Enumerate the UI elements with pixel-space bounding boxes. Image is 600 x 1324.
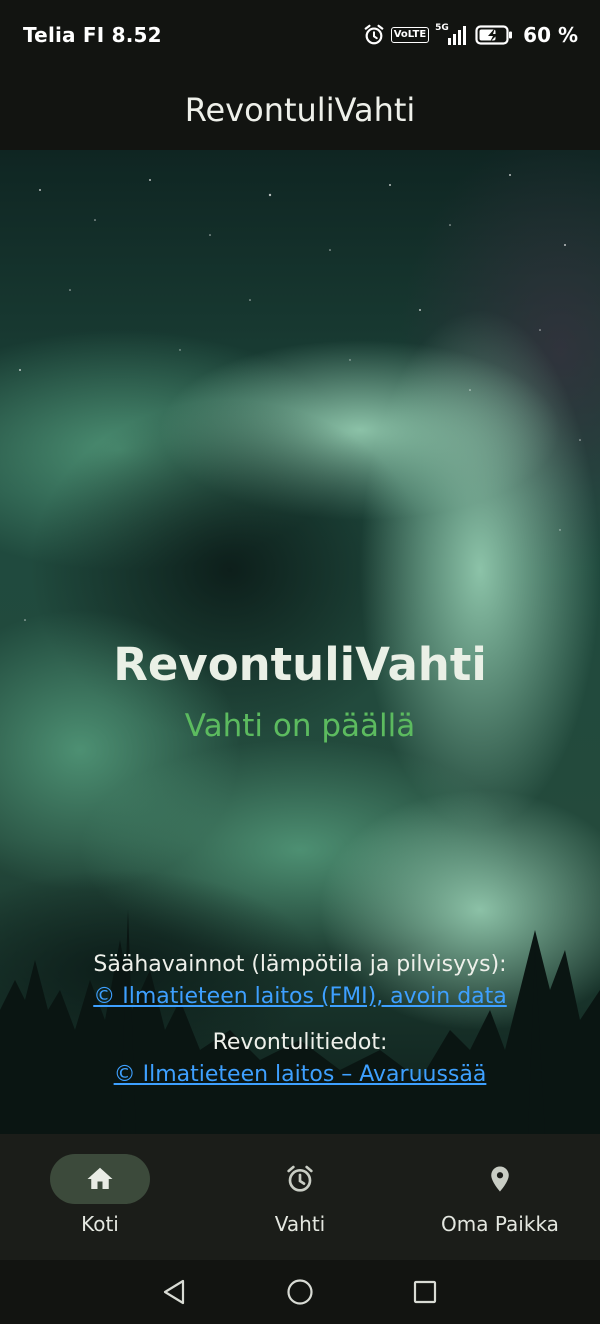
nav-item-vahti[interactable]: Vahti — [200, 1134, 400, 1260]
top-app-bar: RevontuliVahti — [0, 70, 600, 150]
battery-charging-icon — [475, 25, 513, 45]
data-attribution: Säähavainnot (lämpötila ja pilvisyys): ©… — [0, 950, 600, 1092]
recents-button[interactable] — [409, 1276, 441, 1308]
hero-section: RevontuliVahti Vahti on päällä Säähavain… — [0, 150, 600, 1134]
fmi-space-weather-link[interactable]: © Ilmatieteen laitos – Avaruussää — [114, 1058, 487, 1092]
alarm-icon — [364, 24, 384, 45]
status-bar: Telia FI 8.52 VoLTE 5G 60 % — [0, 0, 600, 70]
fmi-open-data-link[interactable]: © Ilmatieteen laitos (FMI), avoin data — [93, 980, 507, 1014]
watch-status-text: Vahti on päällä — [184, 708, 416, 744]
back-button[interactable] — [158, 1276, 190, 1308]
nav-label-koti: Koti — [81, 1212, 119, 1236]
weather-credit-label: Säähavainnot (lämpötila ja pilvisyys): — [93, 952, 507, 977]
status-icons: VoLTE 5G 60 % — [363, 22, 578, 48]
bottom-navigation: Koti Vahti Oma Paikka — [0, 1134, 600, 1260]
hero-title: RevontuliVahti — [113, 638, 487, 691]
home-icon — [87, 1167, 113, 1189]
battery-level: 60 % — [523, 23, 578, 47]
nav-active-indicator — [50, 1154, 150, 1204]
nav-label-oma-paikka: Oma Paikka — [441, 1212, 559, 1236]
alarm-clock-icon — [287, 1165, 313, 1192]
network-label: 5G — [435, 23, 449, 33]
volte-icon: VoLTE — [390, 27, 430, 43]
app-title: RevontuliVahti — [184, 91, 416, 129]
location-pin-icon — [491, 1166, 509, 1192]
nav-item-koti[interactable]: Koti — [0, 1134, 200, 1260]
home-button[interactable] — [284, 1276, 316, 1308]
nav-label-vahti: Vahti — [274, 1212, 326, 1236]
home-circle-icon — [287, 1279, 313, 1305]
recents-icon — [413, 1280, 437, 1304]
back-icon — [163, 1279, 185, 1305]
aurora-credit-label: Revontulitiedot: — [212, 1030, 388, 1055]
signal-icon: 5G — [435, 23, 469, 46]
system-navigation-bar — [0, 1260, 600, 1324]
nav-item-oma-paikka[interactable]: Oma Paikka — [400, 1134, 600, 1260]
carrier-time: Telia FI 8.52 — [23, 23, 162, 47]
